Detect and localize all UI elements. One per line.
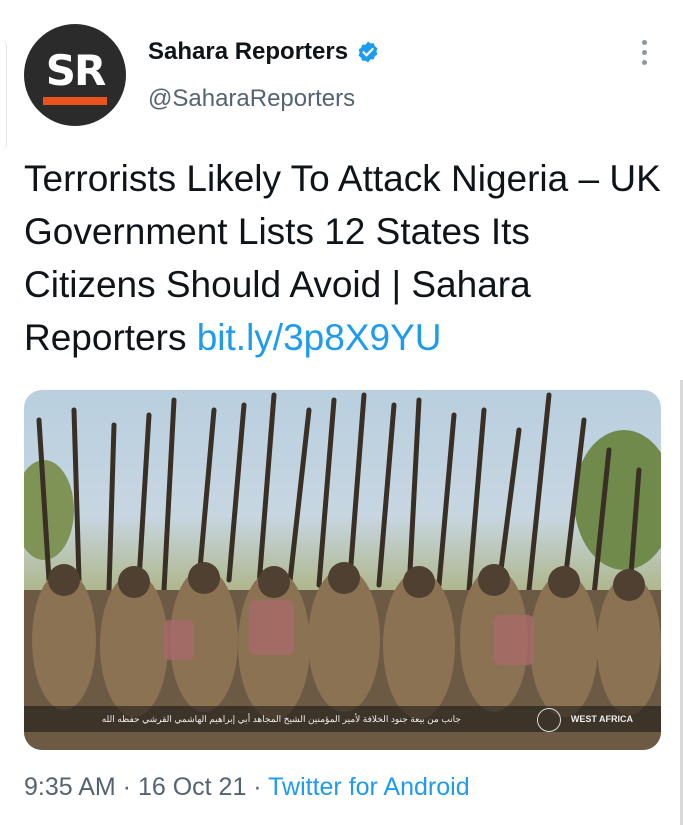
more-options-icon[interactable]: [636, 40, 652, 70]
more-dot: [641, 50, 647, 55]
tweet-date[interactable]: 16 Oct 21: [138, 773, 246, 801]
media-caption-text: جانب من بيعة جنود الخلافة لأمير المؤمنين…: [101, 714, 461, 724]
tweet-metadata: 9:35 AM · 16 Oct 21 · Twitter for Androi…: [24, 773, 470, 802]
seal-icon: [537, 708, 561, 732]
tweet-link[interactable]: bit.ly/3p8X9YU: [197, 317, 442, 358]
media-photo-illustration: [24, 392, 661, 750]
meta-separator: ·: [246, 773, 269, 801]
author-handle[interactable]: @SaharaReporters: [148, 85, 355, 113]
tweet-time[interactable]: 9:35 AM: [24, 773, 116, 801]
avatar-logo-bar: [43, 97, 107, 105]
more-dot: [641, 40, 647, 45]
verified-badge-icon: [358, 41, 378, 63]
meta-separator: ·: [115, 773, 138, 801]
tweet-text: Terrorists Likely To Attack Nigeria – UK…: [24, 152, 664, 364]
tweet-media-image[interactable]: جانب من بيعة جنود الخلافة لأمير المؤمنين…: [24, 390, 661, 750]
left-edge-decoration: [0, 40, 7, 150]
author-name[interactable]: Sahara Reporters: [148, 38, 348, 66]
avatar[interactable]: SR: [24, 24, 126, 126]
more-dot: [641, 60, 647, 65]
tweet-source[interactable]: Twitter for Android: [268, 773, 469, 801]
media-region-label: WEST AFRICA: [570, 714, 633, 724]
avatar-logo-text: SR: [45, 46, 107, 95]
author-row[interactable]: Sahara Reporters: [148, 38, 380, 66]
media-caption-strip: جانب من بيعة جنود الخلافة لأمير المؤمنين…: [24, 706, 661, 732]
